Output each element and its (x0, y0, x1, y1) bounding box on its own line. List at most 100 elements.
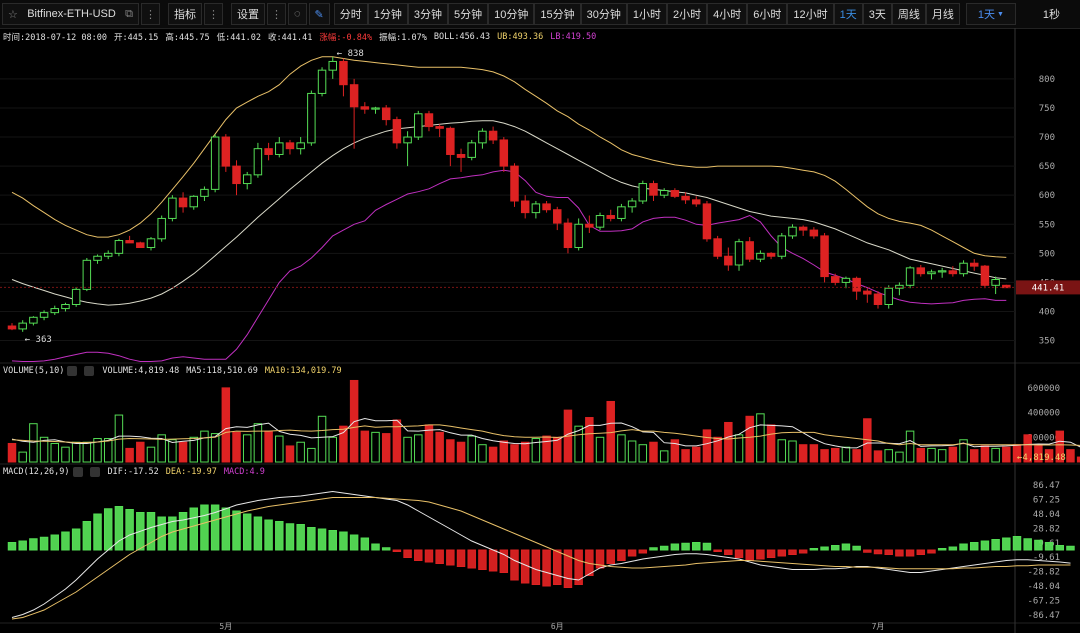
volume-bar (18, 451, 27, 463)
macd-bar (542, 549, 551, 587)
candle-body (585, 223, 594, 228)
macd-bar (820, 546, 829, 551)
candle-body (820, 235, 829, 278)
macd-bar (414, 549, 423, 561)
volume-bar (542, 435, 551, 463)
candle-body (307, 92, 316, 144)
candle-body (510, 165, 519, 202)
candle-body (916, 267, 926, 275)
volume-bar (467, 435, 476, 463)
price-tick-label: 750 (1039, 104, 1055, 114)
price-tick-label: 500 (1039, 249, 1055, 259)
macd-bar (873, 549, 883, 555)
candle-body (275, 142, 284, 155)
volume-bar (595, 436, 605, 463)
x-axis-label: 5月 (219, 622, 232, 631)
candle-body (168, 197, 177, 219)
candle-body (649, 183, 658, 196)
candle-body (82, 259, 92, 290)
macd-bar (317, 528, 327, 551)
macd-bar (275, 521, 284, 551)
macd-bar (702, 542, 712, 551)
volume-bar (905, 430, 915, 463)
volume-bar (681, 449, 690, 463)
volume-bar (809, 444, 819, 463)
macd-bar (29, 538, 38, 551)
volume-bar (916, 447, 926, 463)
info-high: 高:445.75 (165, 33, 210, 43)
min-price-annotation: ← 363 (25, 335, 52, 345)
volume-bar (520, 441, 530, 463)
volume-tick-label: 200000 (1027, 433, 1060, 443)
volume-bar (125, 447, 134, 463)
candle-body (766, 252, 776, 257)
macd-bar (831, 545, 840, 551)
macd-bar (777, 549, 787, 557)
macd-bar (681, 542, 690, 551)
candle-body (478, 130, 487, 144)
price-tick-label: 650 (1039, 162, 1055, 172)
macd-bar (381, 547, 391, 551)
chart-canvas[interactable]: 3504004505005506006507007508002000004000… (0, 0, 1080, 633)
candle-body (371, 107, 380, 110)
macd-bar (93, 513, 102, 551)
macd-bar (39, 536, 49, 551)
close-icon[interactable] (84, 366, 95, 376)
candle-body (777, 235, 787, 257)
macd-tick-label: 28.82 (1033, 524, 1060, 534)
candle-body (424, 113, 434, 128)
info-low: 低:441.02 (216, 33, 261, 43)
candle-body (114, 240, 124, 254)
volume-bar (702, 429, 712, 463)
macd-bar (307, 527, 316, 551)
macd-bar (713, 549, 722, 552)
volume-bar (585, 417, 594, 463)
candle-body (296, 142, 305, 150)
volume-bar (798, 444, 808, 463)
candle-body (574, 223, 583, 249)
macd-bar (488, 549, 498, 572)
macd-bar (424, 549, 434, 563)
settings-icon[interactable] (72, 467, 83, 477)
macd-bar (606, 549, 615, 564)
macd-value: MACD:4.9 (223, 467, 265, 477)
candle-body (285, 142, 295, 150)
candle-body (948, 270, 958, 275)
volume-bar (948, 446, 958, 463)
macd-bar (18, 540, 27, 551)
volume-bar (307, 447, 316, 463)
volume-bar (617, 434, 626, 463)
volume-bar (627, 440, 637, 463)
macd-bar (371, 543, 380, 551)
candle-body (178, 197, 188, 208)
macd-tick-label: 67.25 (1033, 496, 1060, 506)
candle-body (435, 126, 444, 129)
macd-bar (1034, 539, 1043, 551)
macd-dea-line (11, 497, 1071, 620)
volume-bar (232, 431, 241, 463)
info-close: 收:441.41 (267, 33, 313, 43)
macd-bar (937, 548, 947, 551)
macd-bar (905, 549, 915, 557)
volume-bar (788, 440, 797, 463)
macd-tick-label: -67.25 (1027, 596, 1060, 606)
macd-bar (980, 540, 990, 551)
volume-bar (766, 424, 776, 463)
candle-body (488, 130, 498, 141)
macd-bar (50, 534, 60, 551)
macd-bar (71, 528, 81, 551)
candle-body (702, 203, 712, 240)
close-icon[interactable] (89, 467, 100, 477)
macd-tick-label: -48.04 (1027, 582, 1060, 592)
macd-bar (969, 542, 979, 551)
price-tick-label: 800 (1039, 75, 1055, 85)
settings-icon[interactable] (67, 366, 78, 376)
macd-bar (745, 549, 754, 561)
volume-bar (895, 451, 904, 463)
candle-body (50, 308, 60, 314)
volume-bar (937, 449, 947, 463)
candle-body (93, 255, 102, 261)
macd-bar (446, 549, 455, 566)
candle-body (553, 209, 562, 224)
candle-body (125, 240, 134, 244)
